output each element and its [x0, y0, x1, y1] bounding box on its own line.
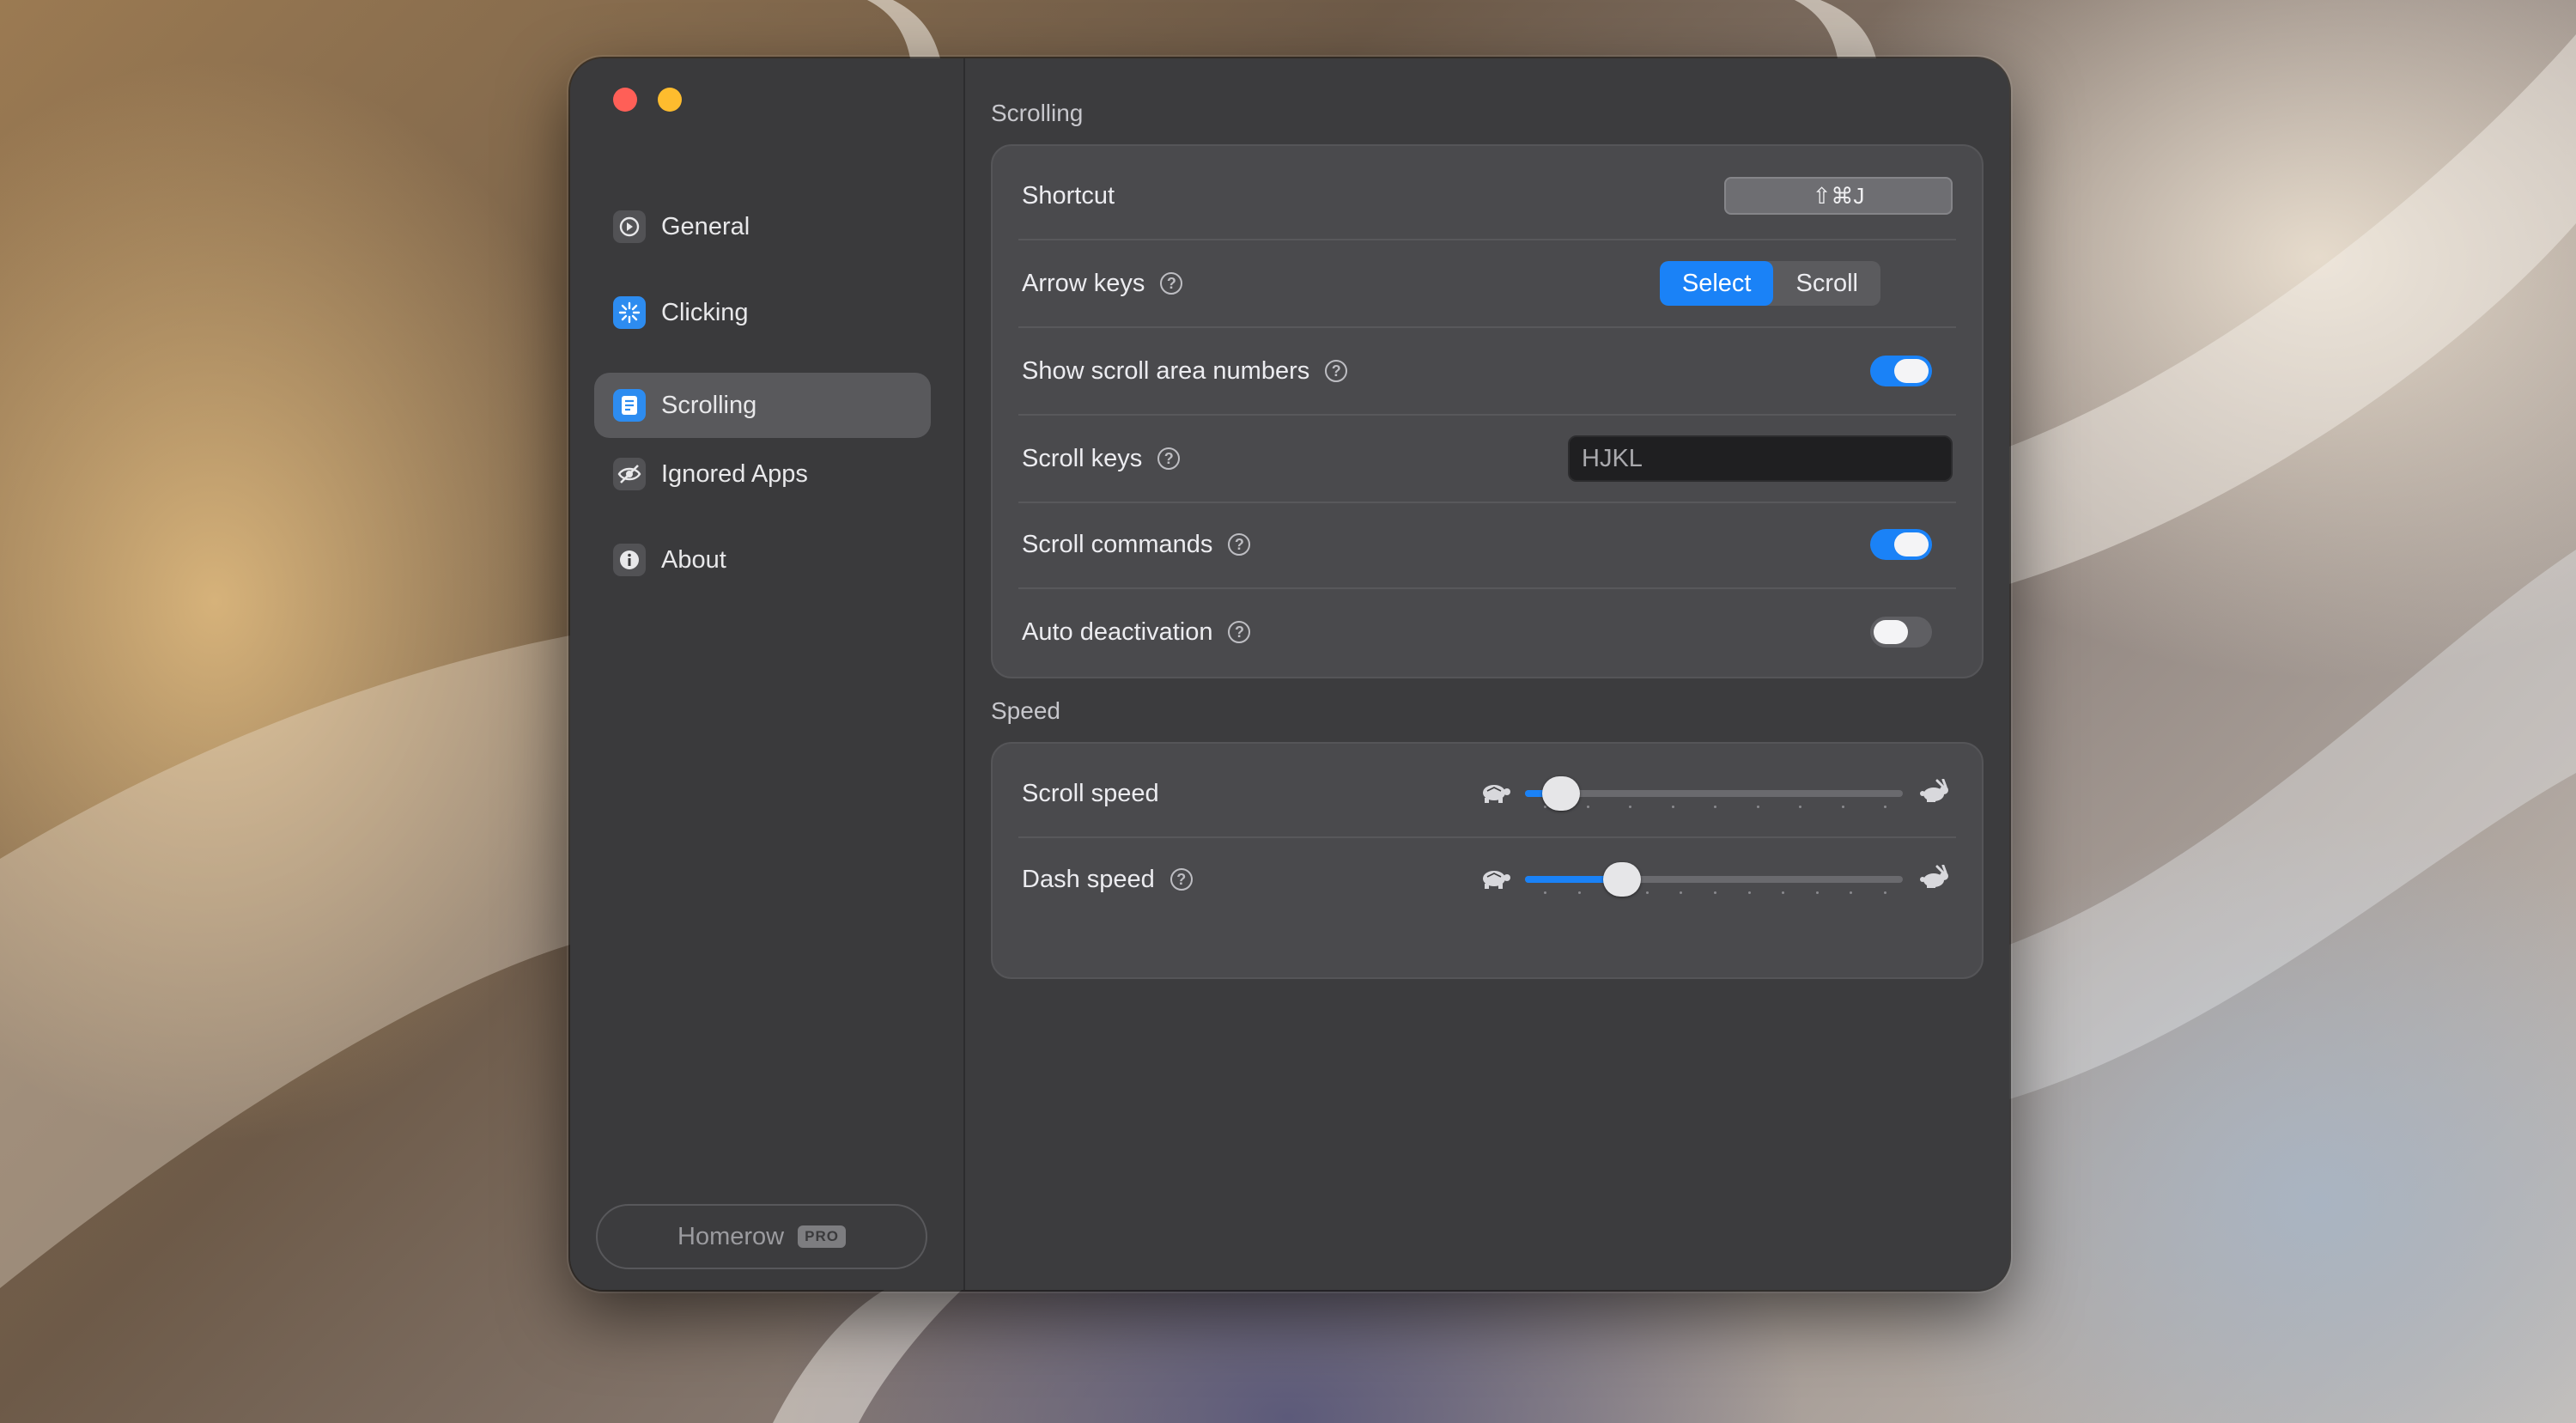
slider-tick: [1714, 806, 1716, 808]
scrolling-group: Shortcut ⇧⌘J Arrow keys ? Select Scroll: [991, 144, 1984, 678]
settings-content: Scrolling Shortcut ⇧⌘J Arrow keys ? Sele…: [965, 58, 2009, 1290]
turtle-icon: [1475, 779, 1513, 809]
arrow-keys-label: Arrow keys: [1022, 269, 1145, 297]
help-icon[interactable]: ?: [1228, 621, 1251, 643]
scroll-commands-label: Scroll commands: [1022, 530, 1213, 558]
sidebar-item-label: About: [661, 545, 726, 574]
pro-badge: PRO: [798, 1225, 846, 1248]
toggle-knob: [1874, 620, 1908, 644]
sidebar-item-label: Scrolling: [661, 391, 757, 419]
arrow-keys-segmented-control: Select Scroll: [1659, 261, 1880, 306]
slider-tick: [1799, 806, 1801, 808]
help-icon[interactable]: ?: [1157, 447, 1181, 470]
slider-tick: [1629, 806, 1631, 808]
general-icon: [613, 210, 646, 243]
slider-tick: [1544, 891, 1546, 894]
segment-scroll[interactable]: Scroll: [1773, 261, 1880, 306]
slider-tick: [1850, 891, 1853, 894]
auto-deactivation-label: Auto deactivation: [1022, 617, 1213, 646]
settings-window: General Clicking Scrolling Ignored Apps: [570, 58, 2009, 1290]
slider-tick: [1586, 806, 1589, 808]
section-title-speed: Speed: [991, 697, 1060, 724]
sidebar-item-ignored-apps[interactable]: Ignored Apps: [594, 441, 931, 507]
slider-tick: [1714, 891, 1716, 894]
scroll-keys-row: Scroll keys ? HJKL: [993, 416, 1982, 502]
slider-track: [1525, 790, 1903, 797]
scroll-speed-row: Scroll speed: [993, 751, 1982, 836]
show-numbers-label: Show scroll area numbers: [1022, 356, 1310, 385]
slider-tick: [1841, 806, 1844, 808]
slider-thumb[interactable]: [1603, 862, 1642, 897]
auto-deactivation-row: Auto deactivation ?: [993, 589, 1982, 675]
slider-tick: [1544, 806, 1546, 808]
scroll-speed-slider[interactable]: [1525, 776, 1903, 811]
shortcut-recorder[interactable]: ⇧⌘J: [1724, 177, 1953, 215]
sidebar-item-clicking[interactable]: Clicking: [594, 280, 931, 345]
slider-tick: [1815, 891, 1819, 894]
help-icon[interactable]: ?: [1325, 360, 1348, 382]
sidebar-item-label: Clicking: [661, 298, 749, 326]
slider-tick: [1884, 891, 1886, 894]
help-icon[interactable]: ?: [1170, 868, 1193, 891]
segment-select[interactable]: Select: [1659, 261, 1774, 306]
scroll-commands-toggle[interactable]: [1870, 529, 1932, 560]
eye-slash-icon: [613, 458, 646, 490]
dash-speed-slider[interactable]: [1525, 862, 1903, 897]
show-numbers-toggle[interactable]: [1870, 356, 1932, 386]
slider-tick: [1577, 891, 1581, 894]
sidebar-item-label: General: [661, 212, 750, 240]
slider-tick: [1782, 891, 1785, 894]
shortcut-label: Shortcut: [1022, 181, 1115, 210]
scroll-keys-label: Scroll keys: [1022, 444, 1143, 472]
scroll-speed-label: Scroll speed: [1022, 779, 1159, 807]
clicking-icon: [613, 296, 646, 329]
help-icon[interactable]: ?: [1160, 272, 1183, 295]
speed-group: Scroll speed Dash speed ?: [991, 742, 1984, 979]
rabbit-icon: [1915, 778, 1953, 809]
toggle-knob: [1894, 359, 1929, 383]
arrow-keys-row: Arrow keys ? Select Scroll: [993, 240, 1982, 326]
info-icon: [613, 544, 646, 576]
pro-button-label: Homerow: [677, 1222, 785, 1250]
shortcut-row: Shortcut ⇧⌘J: [993, 153, 1982, 239]
turtle-icon: [1475, 865, 1513, 895]
slider-tick: [1645, 891, 1649, 894]
close-window-button[interactable]: [613, 88, 637, 112]
slider-ticks: [1544, 806, 1886, 809]
scrolling-icon: [613, 389, 646, 422]
slider-tick: [1884, 806, 1886, 808]
dash-speed-row: Dash speed ?: [993, 836, 1982, 922]
slider-tick: [1747, 891, 1751, 894]
sidebar-item-about[interactable]: About: [594, 527, 931, 593]
scroll-keys-input[interactable]: HJKL: [1568, 435, 1953, 482]
window-controls: [613, 88, 682, 112]
slider-tick: [1680, 891, 1683, 894]
sidebar-item-label: Ignored Apps: [661, 459, 808, 488]
slider-thumb[interactable]: [1541, 776, 1580, 811]
section-title-scrolling: Scrolling: [991, 100, 1084, 126]
slider-tick: [1671, 806, 1674, 808]
sidebar-item-scrolling[interactable]: Scrolling: [594, 373, 931, 438]
show-numbers-row: Show scroll area numbers ?: [993, 328, 1982, 414]
sidebar: General Clicking Scrolling Ignored Apps: [570, 58, 965, 1290]
scroll-commands-row: Scroll commands ?: [993, 502, 1982, 587]
minimize-window-button[interactable]: [658, 88, 682, 112]
slider-tick: [1756, 806, 1759, 808]
rabbit-icon: [1915, 864, 1953, 895]
toggle-knob: [1894, 532, 1929, 556]
help-icon[interactable]: ?: [1228, 533, 1251, 556]
sidebar-item-general[interactable]: General: [594, 194, 931, 259]
auto-deactivation-toggle[interactable]: [1870, 617, 1932, 648]
homerow-pro-button[interactable]: Homerow PRO: [596, 1204, 927, 1269]
slider-ticks: [1544, 891, 1886, 895]
dash-speed-label: Dash speed: [1022, 865, 1155, 893]
